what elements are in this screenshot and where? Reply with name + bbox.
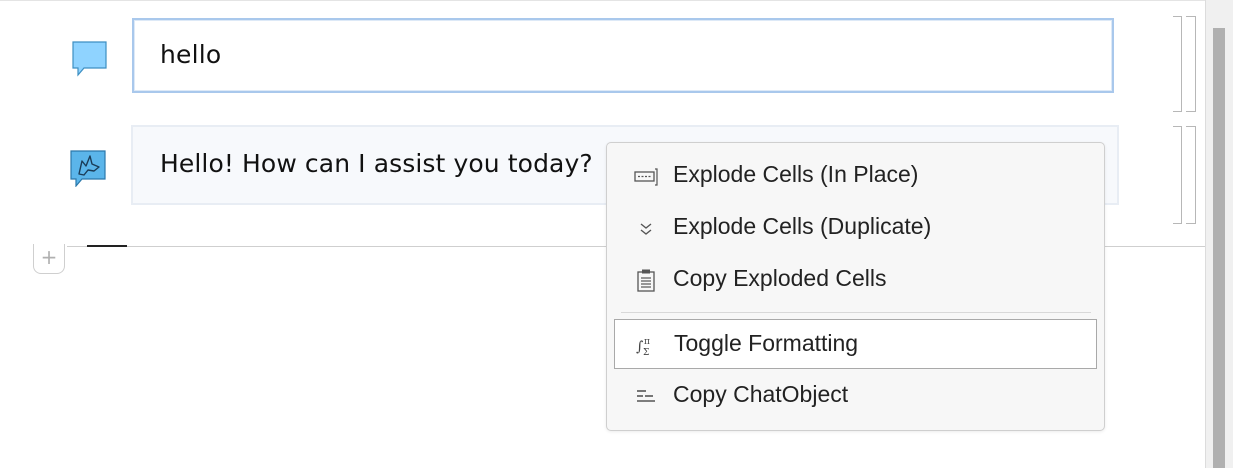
menu-item-explode-in-place[interactable]: Explode Cells (In Place) [613, 151, 1098, 199]
cell-bracket-input[interactable] [1170, 16, 1196, 112]
explode-in-place-icon [634, 168, 658, 186]
user-message-text: hello [160, 40, 222, 69]
menu-separator [621, 312, 1091, 313]
svg-text:Σ: Σ [643, 348, 649, 358]
integral-sum-icon: ∫ π Σ [636, 337, 650, 358]
assistant-message-text: Hello! How can I assist you today? [160, 149, 593, 178]
assistant-wolf-icon [70, 150, 106, 187]
context-menu: Explode Cells (In Place) Explode Cells (… [606, 142, 1105, 431]
chat-object-lines-icon [637, 390, 655, 402]
scrollbar-thumb[interactable] [1213, 28, 1225, 468]
top-border [0, 0, 1205, 1]
menu-item-copy-chatobject[interactable]: Copy ChatObject [613, 371, 1098, 419]
menu-label: Toggle Formatting [674, 330, 859, 356]
add-cell-button[interactable]: + [33, 244, 65, 274]
menu-label: Explode Cells (Duplicate) [673, 213, 932, 239]
chat-input-cell[interactable]: hello [132, 18, 1114, 93]
double-chevron-down-icon [640, 223, 652, 235]
menu-item-copy-exploded[interactable]: Copy Exploded Cells [613, 255, 1098, 303]
cell-bracket-response[interactable] [1170, 126, 1196, 224]
user-chat-bubble-icon [72, 41, 107, 77]
menu-label: Copy Exploded Cells [673, 265, 887, 291]
svg-text:π: π [644, 337, 650, 347]
insertion-cursor [87, 245, 127, 247]
menu-label: Copy ChatObject [673, 381, 849, 407]
menu-item-toggle-formatting[interactable]: ∫ π Σ Toggle Formatting [614, 319, 1097, 369]
menu-item-explode-duplicate[interactable]: Explode Cells (Duplicate) [613, 203, 1098, 251]
clipboard-icon [637, 269, 655, 292]
menu-label: Explode Cells (In Place) [673, 161, 919, 187]
